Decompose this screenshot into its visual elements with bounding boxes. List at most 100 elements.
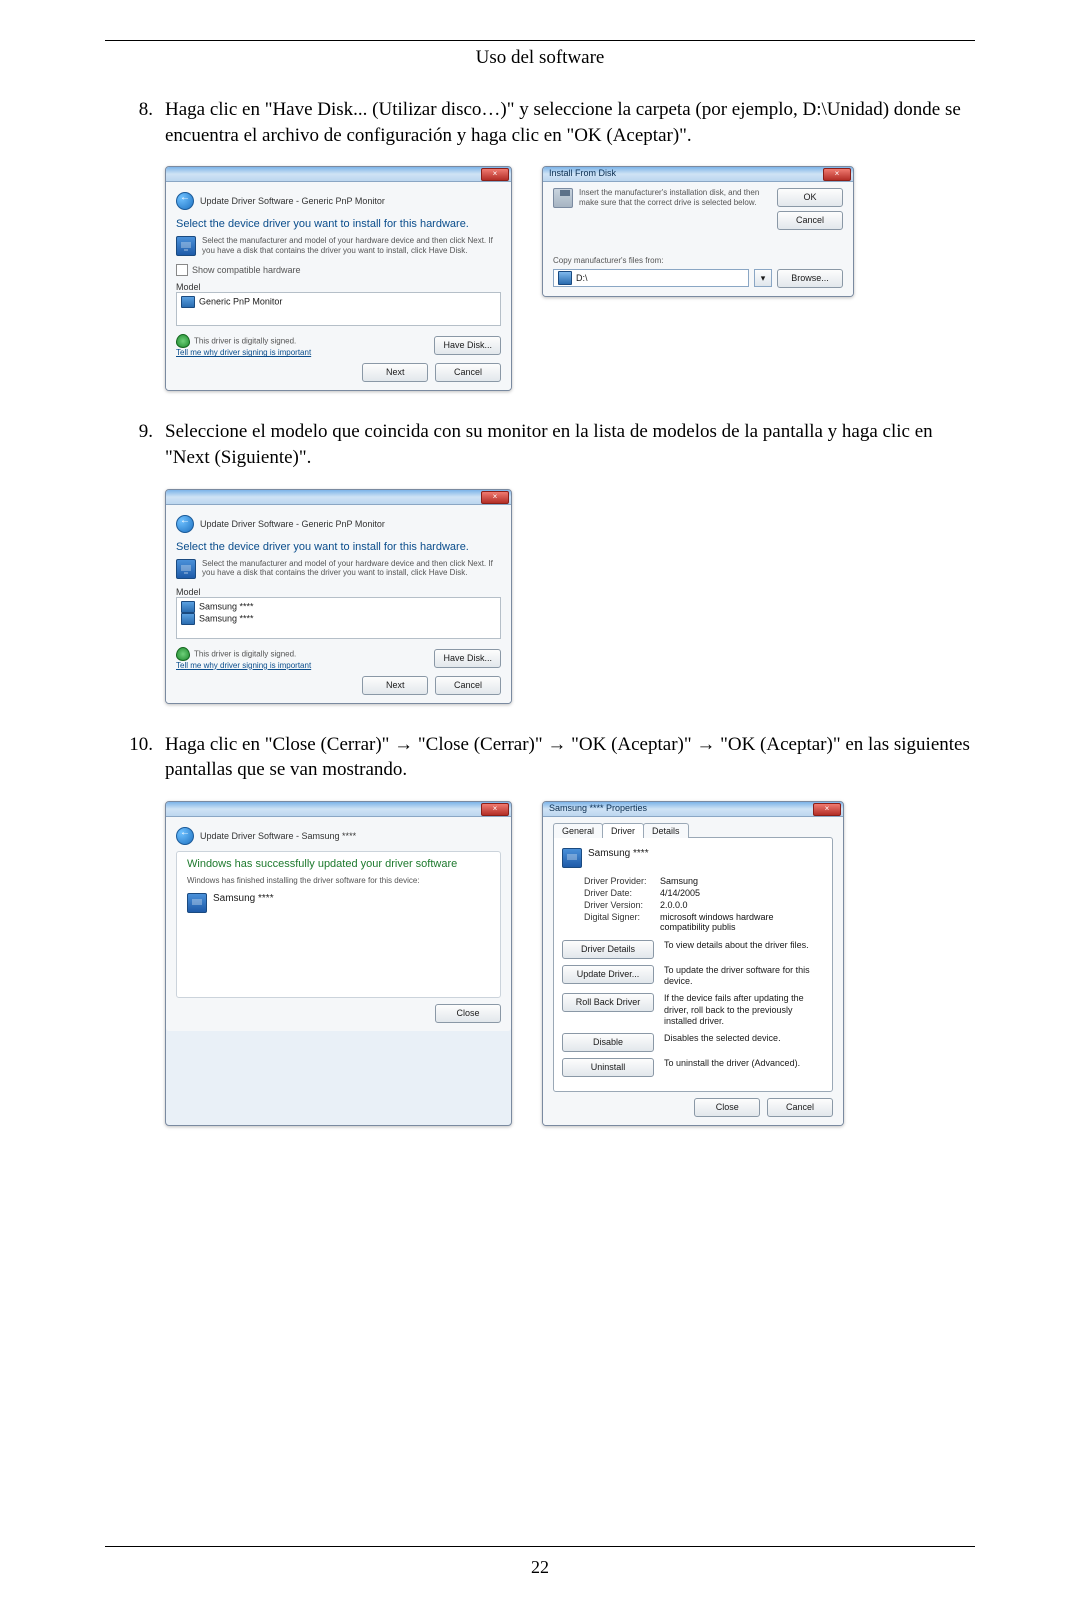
success-heading: Windows has successfully updated your dr… bbox=[187, 858, 490, 870]
next-button[interactable]: Next bbox=[362, 676, 428, 695]
browse-button[interactable]: Browse... bbox=[777, 269, 843, 288]
tab-general[interactable]: General bbox=[553, 823, 603, 838]
date-label: Driver Date: bbox=[584, 888, 660, 898]
version-label: Driver Version: bbox=[584, 900, 660, 910]
model-list[interactable]: Samsung **** Samsung **** bbox=[176, 597, 501, 639]
signer-value: microsoft windows hardware compatibility… bbox=[660, 912, 824, 932]
model-item-2: Samsung **** bbox=[199, 613, 254, 623]
header-rule bbox=[105, 40, 975, 41]
device-name: Samsung **** bbox=[588, 848, 649, 859]
step-10: 10. Haga clic en "Close (Cerrar)" → "Clo… bbox=[105, 732, 975, 783]
model-list[interactable]: Generic PnP Monitor bbox=[176, 292, 501, 326]
back-icon[interactable] bbox=[176, 827, 194, 845]
why-signing-link[interactable]: Tell me why driver signing is important bbox=[176, 661, 311, 670]
why-signing-link[interactable]: Tell me why driver signing is important bbox=[176, 348, 311, 357]
monitor-icon bbox=[181, 601, 195, 613]
version-value: 2.0.0.0 bbox=[660, 900, 824, 910]
driver-details-desc: To view details about the driver files. bbox=[664, 940, 824, 951]
folder-icon bbox=[558, 271, 572, 285]
device-name: Samsung **** bbox=[213, 893, 274, 904]
step-8: 8. Haga clic en "Have Disk... (Utilizar … bbox=[105, 97, 975, 148]
provider-value: Samsung bbox=[660, 876, 824, 886]
titlebar: Install From Disk × bbox=[543, 167, 853, 182]
rollback-driver-button[interactable]: Roll Back Driver bbox=[562, 993, 654, 1012]
titlebar: × bbox=[166, 802, 511, 817]
install-disk-text: Insert the manufacturer's installation d… bbox=[579, 188, 769, 230]
tab-details[interactable]: Details bbox=[643, 823, 689, 838]
close-icon[interactable]: × bbox=[823, 168, 851, 181]
floppy-icon bbox=[553, 188, 573, 208]
ok-button[interactable]: OK bbox=[777, 188, 843, 207]
close-icon[interactable]: × bbox=[481, 803, 509, 816]
cancel-button[interactable]: Cancel bbox=[435, 676, 501, 695]
helper-text: Select the manufacturer and model of you… bbox=[202, 559, 501, 578]
figures-step10: × Update Driver Software - Samsung **** … bbox=[165, 801, 975, 1126]
rollback-driver-desc: If the device fails after updating the d… bbox=[664, 993, 824, 1027]
model-label: Model bbox=[176, 587, 501, 597]
have-disk-button[interactable]: Have Disk... bbox=[434, 336, 501, 355]
copy-from-label: Copy manufacturer's files from: bbox=[553, 256, 843, 266]
disable-desc: Disables the selected device. bbox=[664, 1033, 824, 1044]
breadcrumb-text: Update Driver Software - Generic PnP Mon… bbox=[200, 519, 385, 529]
page-number: 22 bbox=[105, 1557, 975, 1578]
footer-rule bbox=[105, 1546, 975, 1547]
next-button[interactable]: Next bbox=[362, 363, 428, 382]
monitor-icon bbox=[562, 848, 582, 868]
close-button[interactable]: Close bbox=[694, 1098, 760, 1117]
tab-driver[interactable]: Driver bbox=[602, 823, 644, 838]
device-icon bbox=[176, 559, 196, 579]
close-icon[interactable]: × bbox=[481, 491, 509, 504]
have-disk-button[interactable]: Have Disk... bbox=[434, 649, 501, 668]
monitor-icon bbox=[187, 893, 207, 913]
signer-label: Digital Signer: bbox=[584, 912, 660, 932]
disable-button[interactable]: Disable bbox=[562, 1033, 654, 1052]
device-icon bbox=[176, 236, 196, 256]
cancel-button[interactable]: Cancel bbox=[777, 211, 843, 230]
date-value: 4/14/2005 bbox=[660, 888, 824, 898]
page-title: Uso del software bbox=[105, 47, 975, 69]
model-item-1: Samsung **** bbox=[199, 601, 254, 611]
dialog-select-driver: × Update Driver Software - Generic PnP M… bbox=[165, 166, 512, 391]
step-text: Seleccione el modelo que coincida con su… bbox=[165, 419, 975, 470]
path-input[interactable]: D:\ bbox=[553, 269, 749, 287]
dialog-install-from-disk: Install From Disk × Insert the manufactu… bbox=[542, 166, 854, 297]
monitor-icon bbox=[181, 613, 195, 625]
checkbox-icon[interactable] bbox=[176, 264, 188, 276]
close-icon[interactable]: × bbox=[481, 168, 509, 181]
back-icon[interactable] bbox=[176, 192, 194, 210]
step-number: 9. bbox=[105, 419, 165, 445]
step-number: 8. bbox=[105, 97, 165, 123]
uninstall-desc: To uninstall the driver (Advanced). bbox=[664, 1058, 824, 1069]
signed-text: This driver is digitally signed. bbox=[194, 337, 296, 346]
cancel-button[interactable]: Cancel bbox=[435, 363, 501, 382]
update-driver-button[interactable]: Update Driver... bbox=[562, 965, 654, 984]
dialog-title: Install From Disk bbox=[549, 168, 616, 178]
step-text: Haga clic en "Close (Cerrar)" → "Close (… bbox=[165, 732, 975, 783]
cancel-button[interactable]: Cancel bbox=[767, 1098, 833, 1117]
step-text: Haga clic en "Have Disk... (Utilizar dis… bbox=[165, 97, 975, 148]
driver-details-button[interactable]: Driver Details bbox=[562, 940, 654, 959]
tab-bar: General Driver Details bbox=[553, 823, 833, 838]
back-icon[interactable] bbox=[176, 515, 194, 533]
model-label: Model bbox=[176, 282, 501, 292]
chevron-down-icon[interactable]: ▾ bbox=[754, 269, 772, 287]
breadcrumb-text: Update Driver Software - Generic PnP Mon… bbox=[200, 196, 385, 206]
close-button[interactable]: Close bbox=[435, 1004, 501, 1023]
close-icon[interactable]: × bbox=[813, 803, 841, 816]
figures-step8: × Update Driver Software - Generic PnP M… bbox=[165, 166, 975, 391]
page: Uso del software 8. Haga clic en "Have D… bbox=[0, 0, 1080, 1618]
provider-label: Driver Provider: bbox=[584, 876, 660, 886]
monitor-icon bbox=[181, 296, 195, 308]
success-sub: Windows has finished installing the driv… bbox=[187, 876, 490, 886]
step-9: 9. Seleccione el modelo que coincida con… bbox=[105, 419, 975, 470]
breadcrumb: Update Driver Software - Generic PnP Mon… bbox=[176, 511, 501, 539]
dialog-properties: Samsung **** Properties × General Driver… bbox=[542, 801, 844, 1126]
titlebar: × bbox=[166, 490, 511, 505]
helper-text: Select the manufacturer and model of you… bbox=[202, 236, 501, 255]
uninstall-button[interactable]: Uninstall bbox=[562, 1058, 654, 1077]
dialog-heading: Select the device driver you want to ins… bbox=[176, 541, 501, 553]
titlebar: Samsung **** Properties × bbox=[543, 802, 843, 817]
shield-icon bbox=[176, 647, 190, 661]
titlebar: × bbox=[166, 167, 511, 182]
model-item: Generic PnP Monitor bbox=[199, 297, 282, 307]
